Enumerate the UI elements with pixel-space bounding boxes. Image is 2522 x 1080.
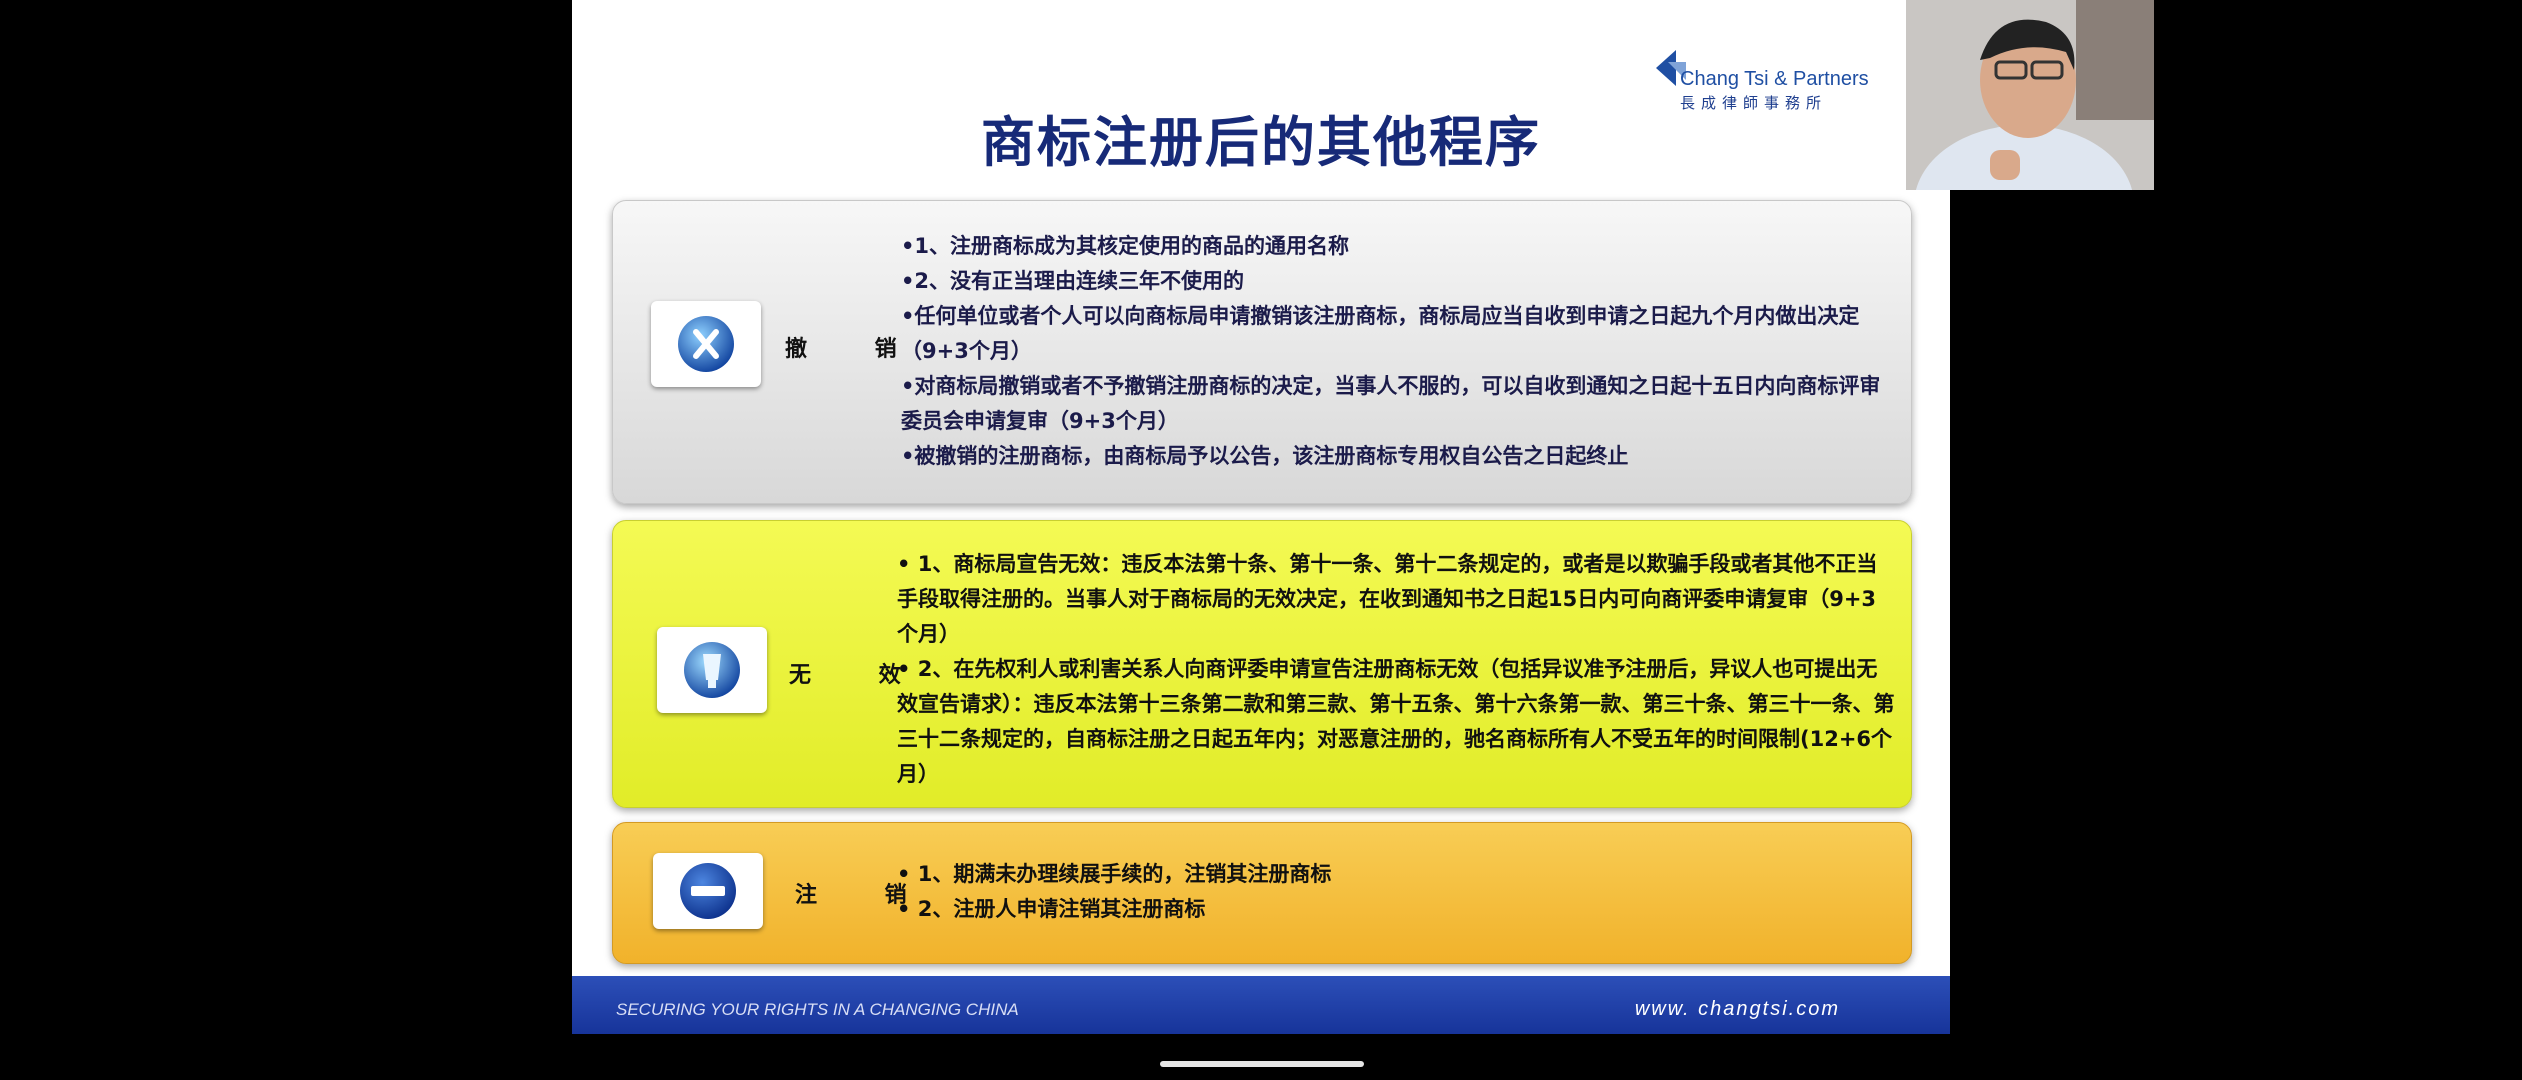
revocation-item: •被撤销的注册商标，由商标局予以公告，该注册商标专用权自公告之日起终止 xyxy=(901,444,1629,468)
presenter-video-thumbnail[interactable] xyxy=(1906,0,2154,190)
revocation-icon-tile xyxy=(651,301,761,387)
cancellation-items: • 1、期满未办理续展手续的，注销其注册商标 • 2、注册人申请注销其注册商标 xyxy=(897,857,1877,927)
cancellation-item: • 2、注册人申请注销其注册商标 xyxy=(897,897,1206,921)
invalidation-item: • 2、在先权利人或利害关系人向商评委申请宣告注册商标无效（包括异议准予注册后，… xyxy=(897,657,1895,786)
revocation-item: •对商标局撤销或者不予撤销注册商标的决定，当事人不服的，可以自收到通知之日起十五… xyxy=(901,374,1881,433)
section-invalidation: 无 效 • 1、商标局宣告无效：违反本法第十条、第十一条、第十二条规定的，或者是… xyxy=(612,520,1912,808)
slide-footer: SECURING YOUR RIGHTS IN A CHANGING CHINA… xyxy=(572,976,1950,1034)
revocation-item: •任何单位或者个人可以向商标局申请撤销该注册商标，商标局应当自收到申请之日起九个… xyxy=(901,304,1860,363)
invalidation-items: • 1、商标局宣告无效：违反本法第十条、第十一条、第十二条规定的，或者是以欺骗手… xyxy=(897,547,1897,792)
presentation-slide: Chang Tsi & Partners 長成律師事務所 商标注册后的其他程序 … xyxy=(572,0,1950,1034)
revocation-items: •1、注册商标成为其核定使用的商品的通用名称 •2、没有正当理由连续三年不使用的… xyxy=(901,229,1891,474)
invalidation-icon-tile xyxy=(657,627,767,713)
blue-glass-circle-icon xyxy=(684,642,740,698)
home-indicator[interactable] xyxy=(1160,1061,1364,1067)
no-entry-icon xyxy=(680,863,736,919)
presenter-avatar xyxy=(1906,0,2154,190)
section-cancellation: 注 销 • 1、期满未办理续展手续的，注销其注册商标 • 2、注册人申请注销其注… xyxy=(612,822,1912,964)
invalidation-item: • 1、商标局宣告无效：违反本法第十条、第十一条、第十二条规定的，或者是以欺骗手… xyxy=(897,552,1878,646)
footer-website: www. changtsi.com xyxy=(1634,998,1840,1020)
cancellation-item: • 1、期满未办理续展手续的，注销其注册商标 xyxy=(897,862,1332,886)
revocation-item: •2、没有正当理由连续三年不使用的 xyxy=(901,269,1245,293)
cancellation-icon-tile xyxy=(653,853,763,929)
footer-tagline: SECURING YOUR RIGHTS IN A CHANGING CHINA xyxy=(616,1000,1019,1019)
slide-title: 商标注册后的其他程序 xyxy=(981,111,1541,174)
section-revocation: 撤 销 •1、注册商标成为其核定使用的商品的通用名称 •2、没有正当理由连续三年… xyxy=(612,200,1912,504)
logo-english-name: Chang Tsi & Partners xyxy=(1680,68,1869,90)
blue-x-circle-icon xyxy=(678,316,734,372)
revocation-item: •1、注册商标成为其核定使用的商品的通用名称 xyxy=(901,234,1350,258)
